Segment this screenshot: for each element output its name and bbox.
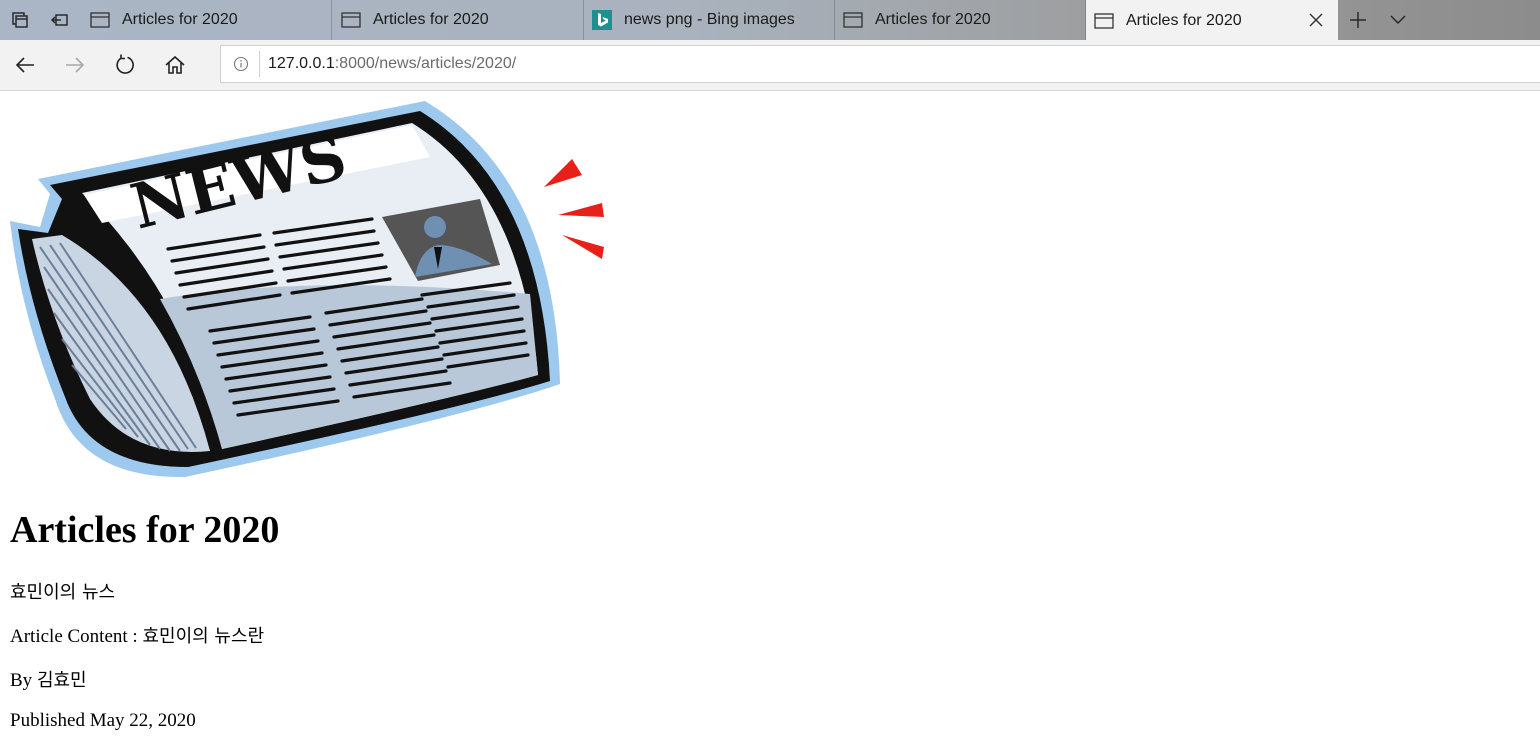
page-heading: Articles for 2020 [10,509,280,551]
site-info-icon[interactable] [233,56,249,72]
url-host: 127.0.0.1 [268,55,335,72]
tab-title: Articles for 2020 [875,11,991,28]
address-separator [259,51,260,77]
article-content-label: Article Content : [10,626,143,647]
article-byline: By 김효민 [10,666,87,692]
tab-preview-chevron-down-icon[interactable] [1378,0,1418,40]
navigation-bar: 127.0.0.1:8000/news/articles/2020/ [0,40,1540,91]
page-icon [90,12,110,28]
article-title: 효민이의 뉴스 [10,582,116,603]
tab-title: news png - Bing images [624,11,795,28]
page-icon [1094,12,1114,29]
tab-title: Articles for 2020 [122,11,238,28]
back-arrow-icon[interactable] [8,48,42,82]
browser-tab[interactable]: Articles for 2020 [333,0,584,40]
url-text[interactable]: 127.0.0.1:8000/news/articles/2020/ [268,55,516,73]
set-aside-tabs-icon[interactable] [40,0,80,40]
page-icon [341,12,361,28]
url-path: :8000/news/articles/2020/ [334,55,517,72]
article-content: Article Content : 효민이의 뉴스란 [10,622,264,648]
new-tab-icon[interactable] [1338,0,1378,40]
browser-tab-active[interactable]: Articles for 2020 [1086,0,1338,41]
page-icon [843,12,863,28]
close-tab-icon[interactable] [1306,10,1326,30]
byline-label: By [10,670,37,691]
published-date: Published May 22, 2020 [10,710,196,731]
tab-strip: Articles for 2020 Articles for 2020 news… [0,0,1540,41]
newspaper-image: NEWS [10,101,604,478]
bing-icon [592,10,612,30]
tab-title: Articles for 2020 [373,11,489,28]
tab-actions-icon[interactable] [0,0,40,40]
byline-author: 김효민 [36,670,87,691]
home-icon[interactable] [158,48,192,82]
refresh-icon[interactable] [108,48,142,82]
browser-tab[interactable]: news png - Bing images [584,0,835,40]
browser-tab[interactable]: Articles for 2020 [835,0,1086,40]
browser-tab[interactable]: Articles for 2020 [82,0,332,40]
article-content-value: 효민이의 뉴스란 [142,626,265,647]
address-bar[interactable]: 127.0.0.1:8000/news/articles/2020/ [220,45,1540,83]
tab-title: Articles for 2020 [1126,11,1242,29]
forward-arrow-icon[interactable] [58,48,92,82]
